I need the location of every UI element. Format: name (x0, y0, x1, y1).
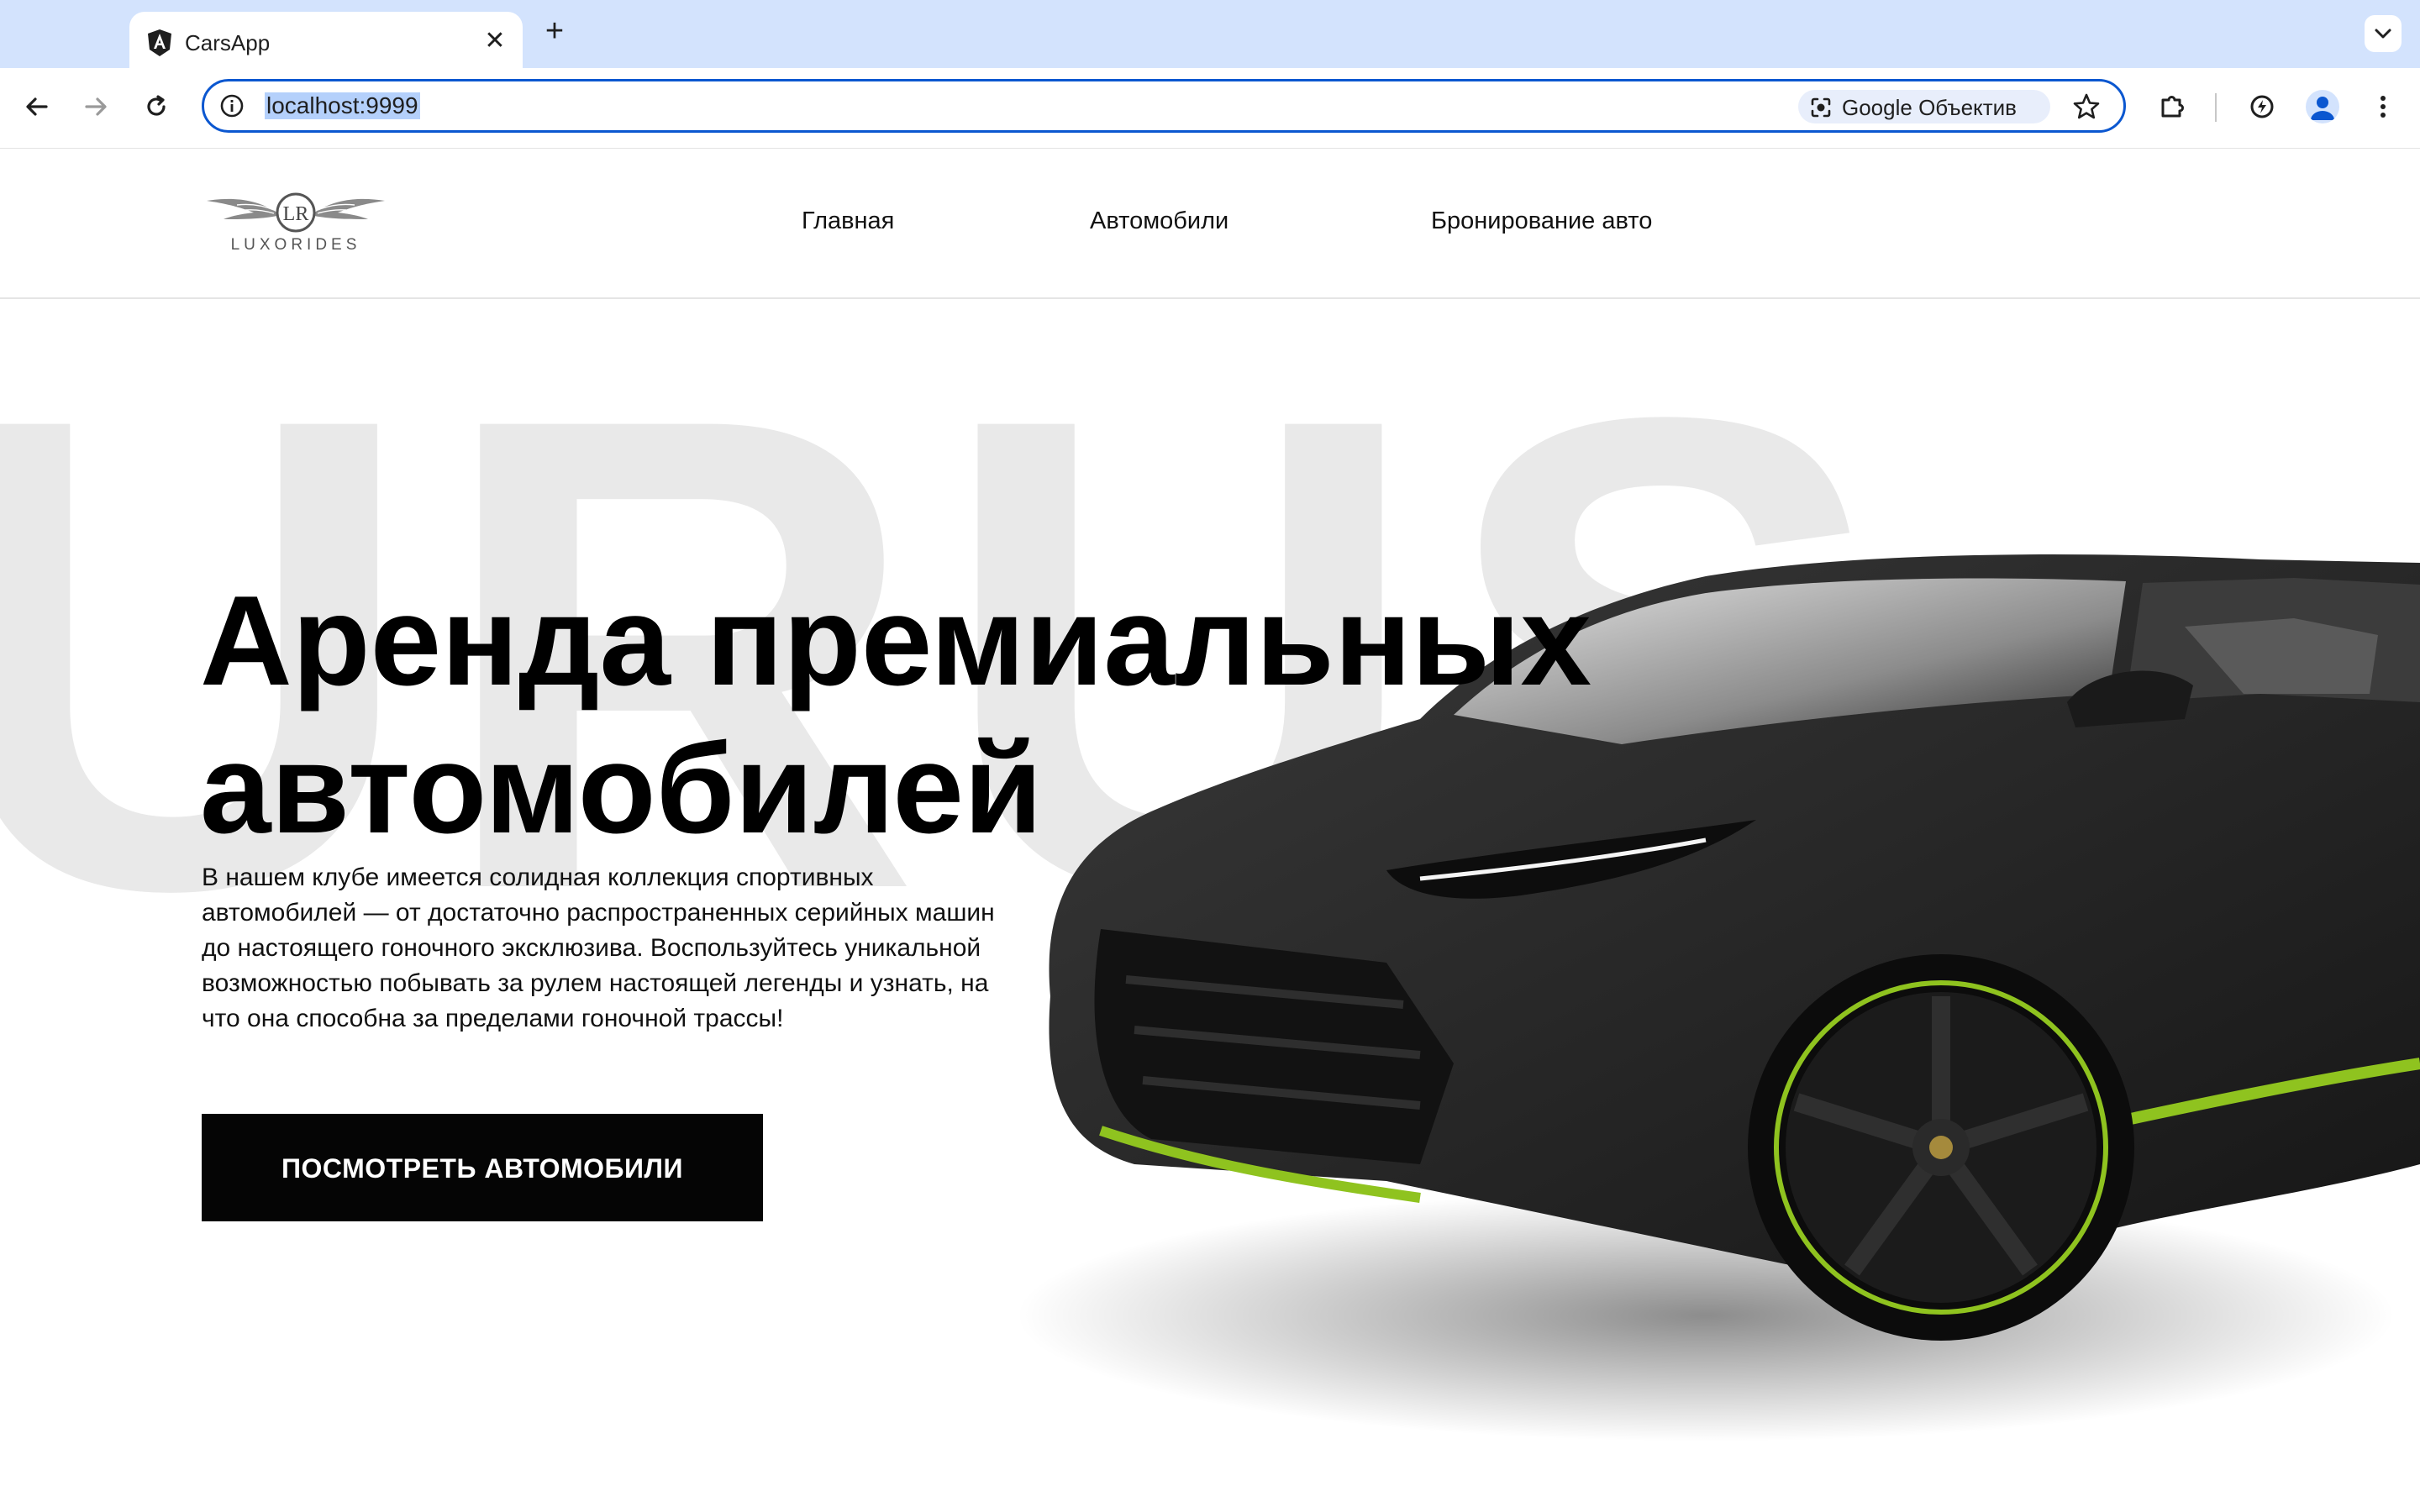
view-cars-button[interactable]: ПОСМОТРЕТЬ АВТОМОБИЛИ (202, 1114, 763, 1221)
lens-label: Google Объектив (1842, 95, 2017, 120)
info-icon[interactable] (219, 93, 245, 118)
tab-title: CarsApp (185, 30, 271, 55)
logo-monogram: LR (283, 203, 309, 225)
toolbar-divider (2215, 93, 2217, 122)
lens-icon (1811, 97, 1831, 118)
browser-tabstrip: CarsApp ✕ + (0, 0, 2420, 68)
tab-search-icon[interactable] (2365, 15, 2402, 52)
star-icon[interactable] (2071, 92, 2102, 122)
extensions-icon[interactable] (2154, 88, 2191, 125)
logo-text: LUXORIDES (230, 236, 361, 254)
browser-tab[interactable]: CarsApp ✕ (129, 12, 523, 68)
hero-title-line-1: Аренда премиальных (200, 569, 1591, 712)
luxorides-logo[interactable]: LR LUXORIDES (203, 187, 388, 255)
menu-icon[interactable] (2365, 88, 2402, 125)
hero-title: Аренда премиальных автомобилей (200, 567, 1712, 863)
hero-section: URUS Аренда премиальных автомобилей В на… (0, 299, 2420, 1512)
close-tab-icon[interactable]: ✕ (481, 27, 509, 55)
back-icon[interactable] (18, 88, 55, 125)
hero-description: В нашем клубе имеется солидная коллекция… (202, 864, 995, 1032)
profile-icon[interactable] (2306, 90, 2339, 123)
address-bar[interactable]: localhost:9999 Google Объектив (202, 79, 2126, 133)
performance-icon[interactable] (2244, 88, 2281, 125)
site-header: LR LUXORIDES Главная Автомобили Брониров… (0, 149, 2420, 299)
nav-link-cars[interactable]: Автомобили (1090, 207, 1228, 235)
google-lens-button[interactable]: Google Объектив (1798, 90, 2050, 123)
forward-icon[interactable] (77, 88, 114, 125)
reload-icon[interactable] (138, 88, 175, 125)
nav-link-booking[interactable]: Бронирование авто (1431, 207, 1652, 235)
new-tab-button[interactable]: + (538, 15, 571, 49)
angular-favicon-icon (148, 29, 171, 56)
browser-toolbar: localhost:9999 Google Объектив (0, 68, 2420, 149)
hero-title-line-2: автомобилей (200, 717, 1043, 860)
winged-logo-icon: LR (207, 192, 385, 233)
url-text[interactable]: localhost:9999 (265, 92, 420, 119)
nav-link-home[interactable]: Главная (802, 207, 894, 235)
